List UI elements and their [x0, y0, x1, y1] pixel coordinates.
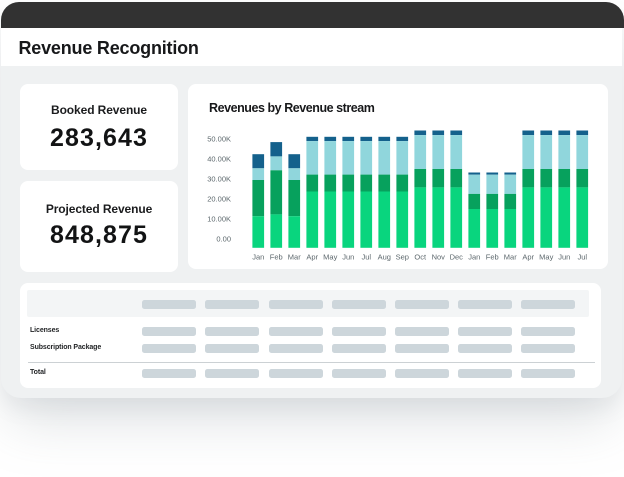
- svg-text:Mar: Mar: [504, 252, 517, 261]
- svg-text:Jun: Jun: [342, 252, 354, 261]
- svg-text:Feb: Feb: [486, 252, 499, 261]
- svg-text:Apr: Apr: [522, 252, 534, 261]
- svg-text:30.00K: 30.00K: [207, 174, 231, 183]
- svg-text:May: May: [539, 252, 553, 261]
- svg-text:Oct: Oct: [414, 252, 427, 261]
- svg-text:Jul: Jul: [577, 252, 587, 261]
- svg-text:Jul: Jul: [361, 252, 371, 261]
- svg-text:10.00K: 10.00K: [207, 214, 231, 223]
- svg-text:Jan: Jan: [252, 252, 264, 261]
- svg-text:Jan: Jan: [468, 252, 480, 261]
- svg-text:Nov: Nov: [432, 252, 446, 261]
- svg-text:May: May: [323, 252, 337, 261]
- svg-text:Sep: Sep: [396, 252, 409, 261]
- svg-text:Dec: Dec: [450, 252, 464, 261]
- svg-text:Apr: Apr: [306, 252, 318, 261]
- svg-text:0.00: 0.00: [216, 234, 231, 243]
- svg-text:40.00K: 40.00K: [207, 154, 231, 163]
- svg-text:20.00K: 20.00K: [207, 194, 231, 203]
- svg-text:Mar: Mar: [288, 252, 301, 261]
- svg-text:50.00K: 50.00K: [207, 134, 231, 143]
- svg-text:Aug: Aug: [378, 252, 391, 261]
- svg-text:Feb: Feb: [270, 252, 283, 261]
- svg-text:Jun: Jun: [558, 252, 570, 261]
